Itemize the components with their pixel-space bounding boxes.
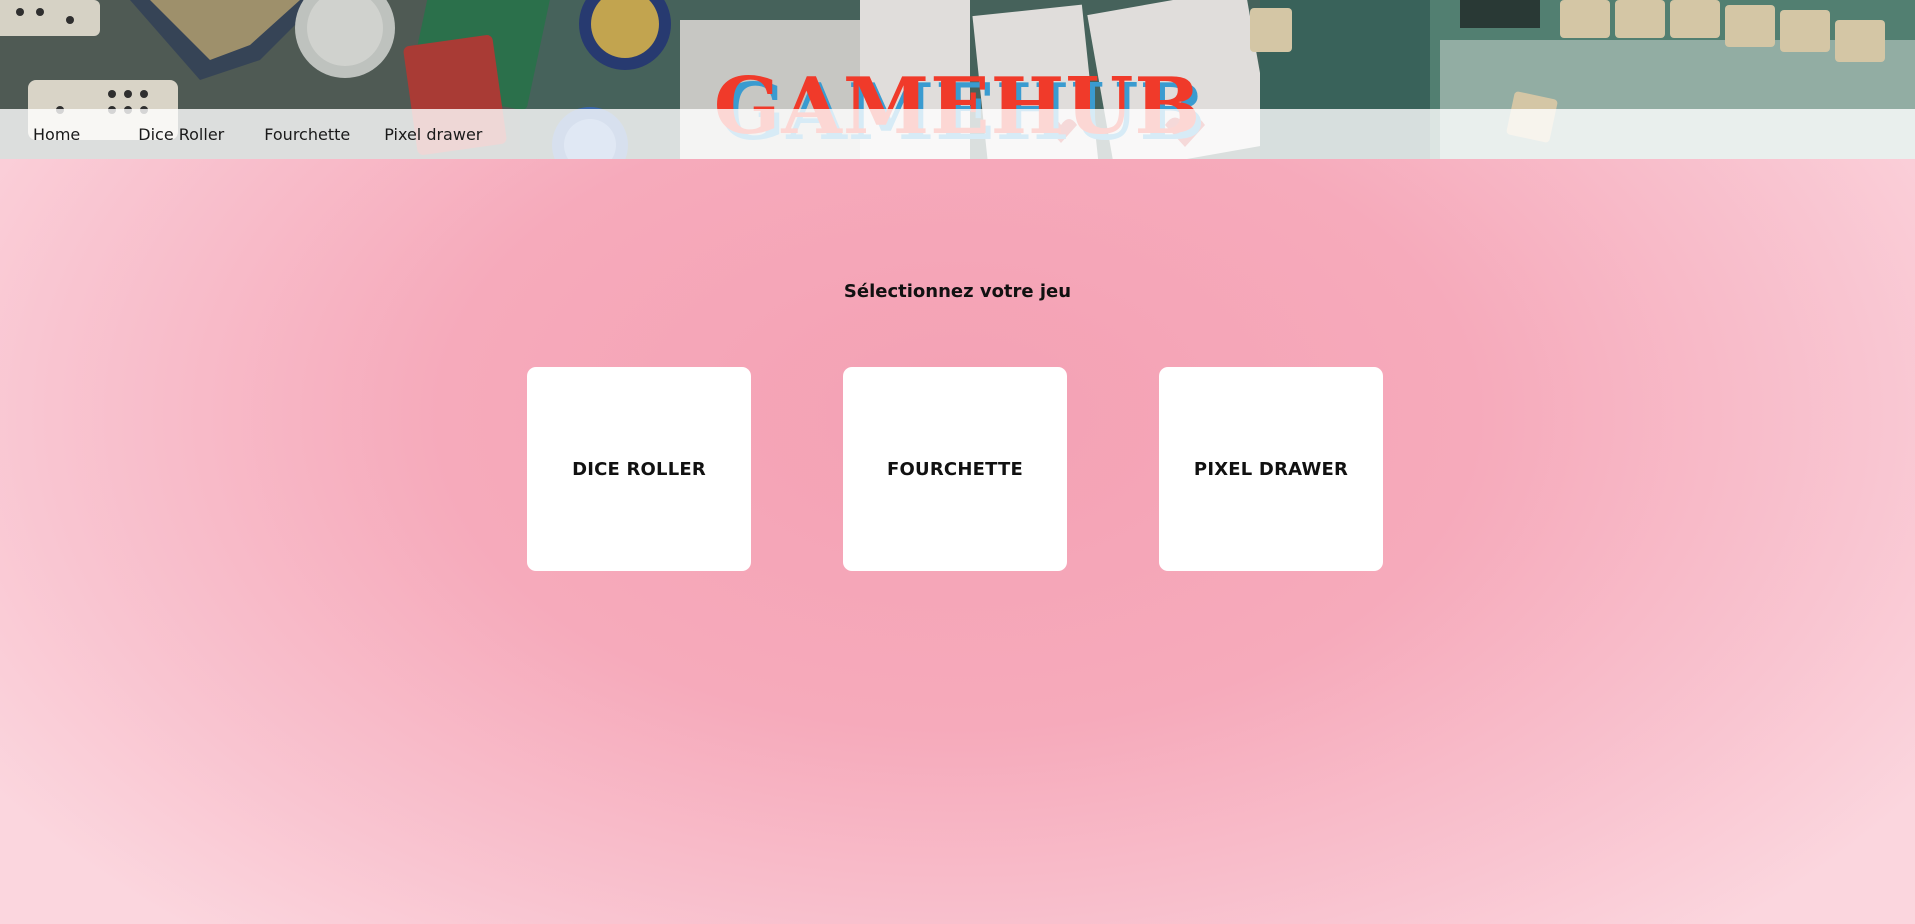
nav-link-home[interactable]: Home [33,125,80,144]
game-card-pixel-drawer[interactable]: PIXEL DRAWER [1159,367,1383,571]
header-banner: GAMEHUB Home Dice Roller Fourchette Pixe… [0,0,1915,159]
nav-link-pixel-drawer[interactable]: Pixel drawer [384,125,482,144]
game-card-label: DICE ROLLER [572,458,706,480]
game-selection-heading: Sélectionnez votre jeu [843,280,1072,302]
game-card-dice-roller[interactable]: DICE ROLLER [527,367,751,571]
nav-link-fourchette[interactable]: Fourchette [264,125,350,144]
main-navigation: Home Dice Roller Fourchette Pixel drawer [0,109,1915,159]
game-card-label: FOURCHETTE [887,458,1023,480]
game-card-fourchette[interactable]: FOURCHETTE [843,367,1067,571]
nav-link-dice-roller[interactable]: Dice Roller [138,125,224,144]
game-card-label: PIXEL DRAWER [1193,458,1349,480]
